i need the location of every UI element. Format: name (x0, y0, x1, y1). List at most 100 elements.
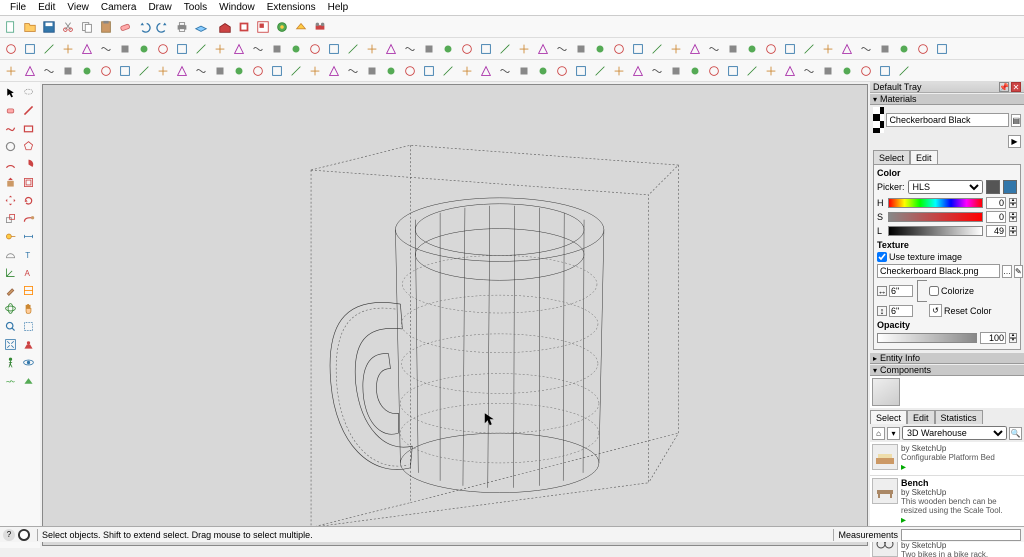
toolbar3-btn-3[interactable] (59, 62, 77, 80)
texture-height[interactable] (889, 305, 913, 317)
line-tool[interactable] (20, 102, 37, 119)
redo-icon[interactable] (154, 18, 172, 36)
toolbar2-btn-37[interactable] (705, 40, 723, 58)
toolbar2-btn-31[interactable] (591, 40, 609, 58)
menu-draw[interactable]: Draw (142, 2, 177, 13)
toolbar2-btn-14[interactable] (268, 40, 286, 58)
toolbar2-btn-16[interactable] (306, 40, 324, 58)
components-edit-tab[interactable]: Edit (907, 410, 935, 424)
erase-icon[interactable] (116, 18, 134, 36)
eraser-tool[interactable] (2, 102, 19, 119)
toolbar3-btn-20[interactable] (382, 62, 400, 80)
arc-tool[interactable] (2, 156, 19, 173)
rotate-tool[interactable] (20, 192, 37, 209)
model-info-icon[interactable] (192, 18, 210, 36)
texture-width[interactable] (889, 285, 913, 297)
section-tool[interactable] (20, 282, 37, 299)
sat-down[interactable]: ▾ (1009, 217, 1017, 222)
menu-window[interactable]: Window (213, 2, 261, 13)
toolbar2-btn-36[interactable] (686, 40, 704, 58)
toolbar3-btn-0[interactable] (2, 62, 20, 80)
measurements-input[interactable] (901, 529, 1021, 541)
toolbar2-btn-34[interactable] (648, 40, 666, 58)
toolbar2-btn-21[interactable] (401, 40, 419, 58)
print-icon[interactable] (173, 18, 191, 36)
toolbar3-btn-6[interactable] (116, 62, 134, 80)
toolbar2-btn-48[interactable] (914, 40, 932, 58)
followme-tool[interactable] (20, 210, 37, 227)
circle-tool[interactable] (2, 138, 19, 155)
toolbar3-btn-31[interactable] (591, 62, 609, 80)
toolbar2-btn-46[interactable] (876, 40, 894, 58)
lum-down[interactable]: ▾ (1009, 231, 1017, 236)
texture-file-input[interactable] (877, 264, 1000, 278)
axes-tool[interactable] (2, 264, 19, 281)
material-create-icon[interactable]: ▤ (1011, 114, 1021, 127)
toolbar3-btn-44[interactable] (838, 62, 856, 80)
toolbar3-btn-11[interactable] (211, 62, 229, 80)
undo-icon[interactable] (135, 18, 153, 36)
toolbar2-btn-8[interactable] (154, 40, 172, 58)
components-select-tab[interactable]: Select (870, 410, 907, 424)
components-stats-tab[interactable]: Statistics (935, 410, 983, 424)
toolbar2-btn-41[interactable] (781, 40, 799, 58)
move-tool[interactable] (2, 192, 19, 209)
lasso-tool[interactable] (20, 84, 37, 101)
toolbar3-btn-37[interactable] (705, 62, 723, 80)
paint-tool[interactable] (2, 282, 19, 299)
toolbar2-btn-25[interactable] (477, 40, 495, 58)
colorize-checkbox[interactable] (929, 286, 939, 296)
toolbar2-btn-11[interactable] (211, 40, 229, 58)
opacity-value[interactable] (980, 332, 1006, 344)
add-location-icon[interactable] (273, 18, 291, 36)
polygon-tool[interactable] (20, 138, 37, 155)
entity-info-panel-header[interactable]: Entity Info (870, 352, 1024, 364)
status-geo-icon[interactable]: ⬤ (18, 529, 30, 541)
toolbar2-btn-22[interactable] (420, 40, 438, 58)
tape-tool[interactable] (2, 228, 19, 245)
component-download-icon[interactable]: ▸ (901, 462, 1022, 473)
save-icon[interactable] (40, 18, 58, 36)
toolbar2-btn-7[interactable] (135, 40, 153, 58)
hue-slider[interactable] (888, 198, 983, 208)
toolbar2-btn-15[interactable] (287, 40, 305, 58)
toolbar3-btn-36[interactable] (686, 62, 704, 80)
toolbar3-btn-33[interactable] (629, 62, 647, 80)
toolbar3-btn-40[interactable] (762, 62, 780, 80)
sat-value[interactable] (986, 211, 1006, 223)
extension-warehouse-icon[interactable] (235, 18, 253, 36)
toolbar3-btn-12[interactable] (230, 62, 248, 80)
open-icon[interactable] (21, 18, 39, 36)
toolbar2-btn-3[interactable] (59, 40, 77, 58)
toolbar2-btn-27[interactable] (515, 40, 533, 58)
menu-extensions[interactable]: Extensions (261, 2, 322, 13)
toolbar2-btn-5[interactable] (97, 40, 115, 58)
menu-view[interactable]: View (61, 2, 95, 13)
toolbar3-btn-46[interactable] (876, 62, 894, 80)
color-picker-select[interactable]: HLS (908, 180, 983, 194)
zoom-extents-tool[interactable] (2, 336, 19, 353)
component-thumbnail[interactable] (872, 378, 900, 406)
materials-panel-header[interactable]: Materials (870, 93, 1024, 105)
toolbar2-btn-32[interactable] (610, 40, 628, 58)
toolbar3-btn-9[interactable] (173, 62, 191, 80)
zoom-window-tool[interactable] (20, 318, 37, 335)
dimension-tool[interactable] (20, 228, 37, 245)
offset-tool[interactable] (20, 174, 37, 191)
toolbar2-btn-44[interactable] (838, 40, 856, 58)
opacity-down[interactable]: ▾ (1009, 338, 1017, 343)
toolbar2-btn-4[interactable] (78, 40, 96, 58)
toolbar2-btn-30[interactable] (572, 40, 590, 58)
component-item[interactable]: by SketchUp Configurable Platform Bed ▸ (870, 442, 1024, 476)
toolbar3-btn-43[interactable] (819, 62, 837, 80)
toolbar2-btn-18[interactable] (344, 40, 362, 58)
toolbar3-btn-38[interactable] (724, 62, 742, 80)
toolbar3-btn-27[interactable] (515, 62, 533, 80)
component-item[interactable]: Bench by SketchUp This wooden bench can … (870, 476, 1024, 529)
3dtext-tool[interactable]: A (20, 264, 37, 281)
sandbox2-tool[interactable] (20, 372, 37, 389)
toolbar2-btn-13[interactable] (249, 40, 267, 58)
tray-titlebar[interactable]: Default Tray 📌 ✕ (870, 82, 1024, 93)
toolbar2-btn-28[interactable] (534, 40, 552, 58)
menu-camera[interactable]: Camera (95, 2, 143, 13)
